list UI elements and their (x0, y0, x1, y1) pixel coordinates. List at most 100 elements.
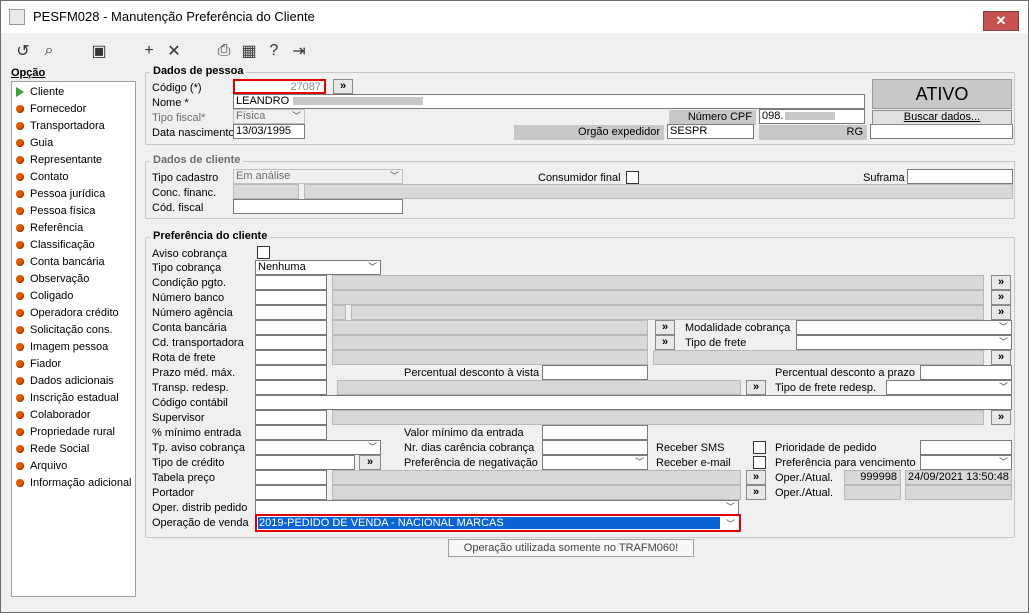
sidebar-item-21[interactable]: Rede Social (16, 441, 89, 457)
valor-min-entrada-field[interactable] (542, 425, 648, 440)
sidebar-item-0[interactable]: Cliente (16, 84, 64, 100)
numero-agencia-code[interactable] (255, 305, 327, 320)
sidebar-item-10[interactable]: Conta bancária (16, 254, 105, 270)
numero-banco-code[interactable] (255, 290, 327, 305)
sidebar-item-4[interactable]: Representante (16, 152, 102, 168)
sidebar-item-12[interactable]: Coligado (16, 288, 73, 304)
sidebar-item-5[interactable]: Contato (16, 169, 69, 185)
nr-dias-carencia-field[interactable] (542, 440, 648, 455)
conta-bancaria-code[interactable] (255, 320, 327, 335)
tipo-frete-select[interactable]: ﹀ (796, 335, 1012, 350)
tp-aviso-cobranca-select[interactable]: ﹀ (255, 440, 381, 455)
delete-icon[interactable]: ✕ (164, 41, 184, 61)
receber-email-checkbox[interactable] (753, 456, 766, 469)
sidebar-item-15[interactable]: Imagem pessoa (16, 339, 108, 355)
sidebar-item-14[interactable]: Solicitação cons. (16, 322, 113, 338)
sidebar-item-20[interactable]: Propriedade rural (16, 424, 115, 440)
sidebar-item-7[interactable]: Pessoa física (16, 203, 95, 219)
codigo-lookup-button[interactable]: » (333, 79, 353, 94)
orgao-expedidor-field[interactable]: SESPR (667, 124, 754, 139)
cpf-field[interactable]: 098. (759, 109, 865, 124)
perc-desc-prazo-field[interactable] (920, 365, 1012, 380)
pref-negativacao-select[interactable]: ﹀ (542, 455, 648, 470)
window-title: PESFM028 - Manutenção Preferência do Cli… (33, 9, 315, 24)
supervisor-code[interactable] (255, 410, 327, 425)
numero-agencia-dv (332, 305, 346, 320)
nome-field[interactable]: LEANDRO (233, 94, 865, 109)
operacao-venda-select[interactable]: 2019-PEDIDO DE VENDA - NACIONAL MARCAS ﹀ (255, 514, 741, 532)
tipo-credito-lookup-button[interactable]: » (359, 455, 381, 470)
numero-agencia-lookup-button[interactable]: » (991, 305, 1011, 320)
tipo-fiscal-select[interactable]: Física ﹀ (233, 109, 305, 124)
transp-redesp-desc (337, 380, 741, 395)
sidebar-item-9[interactable]: Classificação (16, 237, 95, 253)
sidebar-item-16[interactable]: Fiador (16, 356, 61, 372)
rota-frete-lookup-button[interactable]: » (991, 350, 1011, 365)
cd-transportadora-lookup-button[interactable]: » (655, 335, 675, 350)
receber-sms-checkbox[interactable] (753, 441, 766, 454)
rota-frete-extra (653, 350, 984, 365)
search-icon[interactable]: ⌕ (39, 41, 59, 61)
exit-icon[interactable]: ⇥ (289, 41, 309, 61)
close-button[interactable]: ✕ (983, 11, 1019, 31)
save-icon[interactable]: ▣ (89, 41, 109, 61)
portador-lookup-button[interactable]: » (746, 485, 766, 500)
tabela-preco-lookup-button[interactable]: » (746, 470, 766, 485)
sidebar-item-13[interactable]: Operadora crédito (16, 305, 119, 321)
buscar-dados-button[interactable]: Buscar dados... (872, 110, 1012, 125)
cpf-redacted (785, 112, 836, 121)
rota-frete-code[interactable] (255, 350, 327, 365)
sidebar-item-6[interactable]: Pessoa jurídica (16, 186, 105, 202)
perc-min-entrada-field[interactable] (255, 425, 327, 440)
codigo-field[interactable]: 27087 (233, 79, 326, 94)
cd-transportadora-code[interactable] (255, 335, 327, 350)
transp-redesp-lookup-button[interactable]: » (746, 380, 766, 395)
condicao-pgto-code[interactable] (255, 275, 327, 290)
aviso-cobranca-checkbox[interactable] (257, 246, 270, 259)
numero-banco-lookup-button[interactable]: » (991, 290, 1011, 305)
sidebar-item-19[interactable]: Colaborador (16, 407, 91, 423)
sidebar-item-22[interactable]: Arquivo (16, 458, 67, 474)
sidebar-item-23[interactable]: Informação adicional (16, 475, 132, 491)
tipo-cobranca-select[interactable]: Nenhuma ﹀ (255, 260, 381, 275)
suframa-field[interactable] (907, 169, 1013, 184)
sidebar-item-11[interactable]: Observação (16, 271, 89, 287)
modalidade-cobranca-select[interactable]: ﹀ (796, 320, 1012, 335)
tipo-frete-redesp-select[interactable]: ﹀ (886, 380, 1012, 395)
perc-desc-vista-field[interactable] (542, 365, 648, 380)
transp-redesp-code[interactable] (255, 380, 327, 395)
condicao-pgto-lookup-button[interactable]: » (991, 275, 1011, 290)
consumidor-final-checkbox[interactable] (626, 171, 639, 184)
print-icon[interactable]: ⎙ (214, 41, 234, 61)
sidebar-item-label: Representante (30, 154, 103, 166)
tabela-preco-code[interactable] (255, 470, 327, 485)
sidebar-item-8[interactable]: Referência (16, 220, 83, 236)
rg-field[interactable] (870, 124, 1013, 139)
help-icon[interactable]: ? (264, 41, 284, 61)
pref-vencimento-select[interactable]: ﹀ (920, 455, 1012, 470)
cod-fiscal-field[interactable] (233, 199, 403, 214)
supervisor-lookup-button[interactable]: » (991, 410, 1011, 425)
data-nascimento-field[interactable]: 13/03/1995 (233, 124, 305, 139)
sidebar-item-18[interactable]: Inscrição estadual (16, 390, 119, 406)
tipo-credito-label: Tipo de crédito (152, 457, 225, 469)
rota-frete-label: Rota de frete (152, 352, 216, 364)
tipo-cobranca-value: Nenhuma (258, 261, 306, 273)
tipo-cadastro-select[interactable]: Em análise ﹀ (233, 169, 403, 184)
sidebar-item-17[interactable]: Dados adicionais (16, 373, 114, 389)
portador-code[interactable] (255, 485, 327, 500)
prioridade-pedido-field[interactable] (920, 440, 1012, 455)
undo-icon[interactable]: ↺ (13, 41, 33, 61)
add-icon[interactable]: + (139, 41, 159, 61)
sidebar-item-2[interactable]: Transportadora (16, 118, 105, 134)
sidebar-item-3[interactable]: Guia (16, 135, 53, 151)
tipo-credito-field[interactable] (255, 455, 355, 470)
prazo-med-field[interactable] (255, 365, 327, 380)
nr-dias-carencia-label: Nr. dias carência cobrança (404, 442, 535, 454)
codigo-contabil-field[interactable] (255, 395, 1012, 410)
play-arrow-icon (16, 87, 24, 97)
conta-bancaria-lookup-button[interactable]: » (655, 320, 675, 335)
sidebar-item-1[interactable]: Fornecedor (16, 101, 86, 117)
oper-distrib-select[interactable]: ﹀ (255, 500, 739, 515)
calendar-icon[interactable]: ▦ (239, 41, 259, 61)
